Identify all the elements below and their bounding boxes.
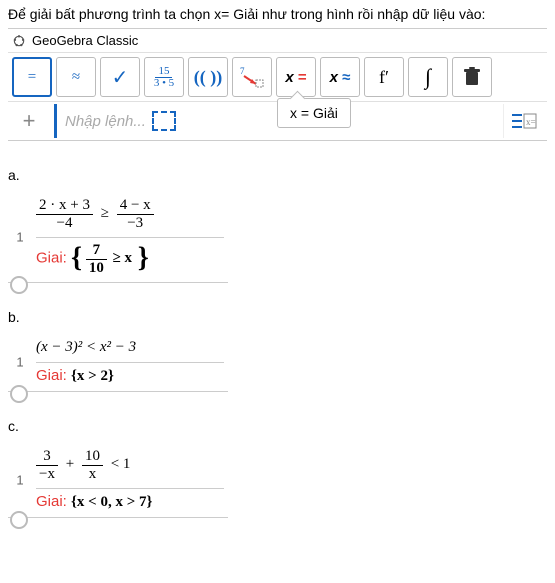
- option-c: c. 1 3−x + 10x < 1 Giai: {x < 0, x > 7}: [8, 418, 547, 518]
- option-b: b. 1 (x − 3)² < x² − 3 Giai: {x > 2}: [8, 309, 547, 392]
- tool-keep-input[interactable]: ✓: [100, 57, 140, 97]
- tool-parentheses[interactable]: (( )): [188, 57, 228, 97]
- tool-delete[interactable]: [452, 57, 492, 97]
- option-a: a. 1 2 · x + 3−4 ≥ 4 − x−3 Giai: { 710 ≥…: [8, 167, 547, 283]
- option-b-label: b.: [8, 309, 547, 325]
- option-a-equation: 2 · x + 3−4 ≥ 4 − x−3: [36, 197, 224, 231]
- option-b-rownum: 1: [8, 355, 32, 370]
- tool-solve-tooltip: x = Giải: [277, 98, 351, 128]
- option-c-solution: Giai: {x < 0, x > 7}: [36, 488, 224, 511]
- geogebra-app: GeoGebra Classic = ≈ ✓ 15 3 • 5 (( )) 7 …: [8, 28, 547, 141]
- option-b-radio[interactable]: [10, 385, 28, 403]
- instruction-text: Để giải bất phương trình ta chọn x= Giải…: [8, 6, 547, 22]
- option-a-label: a.: [8, 167, 547, 183]
- hamburger-box-icon: x=: [510, 111, 538, 131]
- app-title: GeoGebra Classic: [32, 33, 138, 48]
- input-placeholder: Nhập lệnh...: [65, 113, 146, 130]
- option-c-rownum: 1: [8, 472, 32, 487]
- option-a-radio[interactable]: [10, 276, 28, 294]
- input-cursor-box: [152, 111, 176, 131]
- svg-text:x=: x=: [526, 117, 536, 127]
- trash-icon: [463, 67, 481, 87]
- option-a-solution: Giai: { 710 ≥ x }: [36, 237, 224, 276]
- option-c-card: 1 3−x + 10x < 1 Giai: {x < 0, x > 7}: [8, 442, 228, 518]
- tool-derivative[interactable]: f′: [364, 57, 404, 97]
- tool-solve[interactable]: x = x = Giải: [276, 57, 316, 97]
- option-b-card: 1 (x − 3)² < x² − 3 Giai: {x > 2}: [8, 333, 228, 392]
- option-a-rownum: 1: [8, 229, 32, 244]
- add-row-button[interactable]: +: [12, 104, 46, 138]
- tool-integral[interactable]: ∫: [408, 57, 448, 97]
- tool-approx[interactable]: ≈: [56, 57, 96, 97]
- command-input[interactable]: Nhập lệnh...: [54, 104, 265, 138]
- svg-text:7: 7: [240, 66, 245, 76]
- option-b-solution: Giai: {x > 2}: [36, 362, 224, 385]
- option-c-equation: 3−x + 10x < 1: [36, 448, 224, 482]
- tool-nsolve[interactable]: x ≈: [320, 57, 360, 97]
- substitute-icon: 7: [238, 66, 266, 88]
- geogebra-logo-icon: [12, 34, 26, 48]
- toolbar: = ≈ ✓ 15 3 • 5 (( )) 7 x = x = Giải x ≈ …: [8, 52, 547, 102]
- option-b-equation: (x − 3)² < x² − 3: [36, 339, 224, 356]
- option-a-card: 1 2 · x + 3−4 ≥ 4 − x−3 Giai: { 710 ≥ x …: [8, 191, 228, 283]
- right-panel-toggle[interactable]: x=: [503, 104, 543, 138]
- option-c-radio[interactable]: [10, 511, 28, 529]
- tool-equals[interactable]: =: [12, 57, 52, 97]
- option-c-label: c.: [8, 418, 547, 434]
- tool-substitute[interactable]: 7: [232, 57, 272, 97]
- tool-fraction[interactable]: 15 3 • 5: [144, 57, 184, 97]
